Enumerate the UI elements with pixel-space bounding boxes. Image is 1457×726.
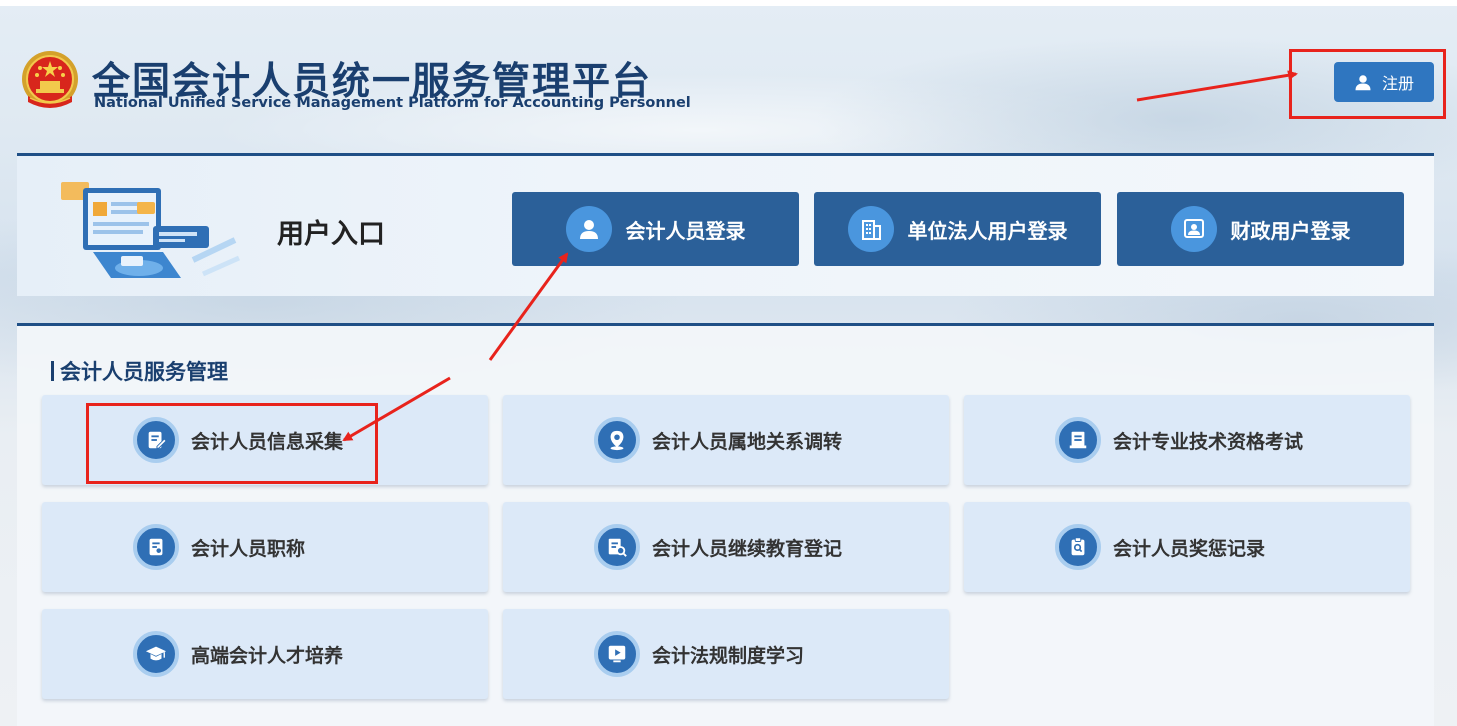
- finance-login-button[interactable]: 财政用户登录: [1117, 192, 1404, 266]
- corporate-login-button[interactable]: 单位法人用户登录: [814, 192, 1101, 266]
- service-label: 会计人员继续教育登记: [652, 537, 843, 560]
- service-card-rewards[interactable]: 会计人员奖惩记录: [964, 502, 1410, 592]
- service-label: 会计人员奖惩记录: [1113, 537, 1266, 560]
- info-collect-highlight-box: [86, 403, 378, 484]
- site-subtitle: National Unified Service Management Plat…: [94, 95, 691, 111]
- service-label: 会计人员职称: [191, 537, 306, 560]
- entry-title: 用户入口: [277, 219, 385, 250]
- service-card-education[interactable]: 会计人员继续教育登记: [503, 502, 949, 592]
- service-label: 高端会计人才培养: [191, 644, 344, 667]
- certificate-icon: [133, 524, 179, 570]
- service-card-law-study[interactable]: 会计法规制度学习: [503, 609, 949, 699]
- user-icon: [565, 206, 612, 252]
- search-document-icon: [594, 524, 640, 570]
- corporate-login-label: 单位法人用户登录: [907, 218, 1068, 243]
- entry-illustration-icon: [61, 182, 241, 278]
- graduation-cap-icon: [133, 631, 179, 677]
- monitor-user-icon: [1170, 206, 1217, 252]
- service-label: 会计人员属地关系调转: [652, 430, 843, 453]
- finance-login-label: 财政用户登录: [1230, 218, 1351, 243]
- user-entry-panel: 用户入口 会计人员登录 单位法人用户登录 财政用户登录: [17, 153, 1434, 296]
- section-title-bar: [51, 361, 54, 381]
- accountant-login-button[interactable]: 会计人员登录: [512, 192, 799, 266]
- service-card-title[interactable]: 会计人员职称: [42, 502, 488, 592]
- play-icon: [594, 631, 640, 677]
- service-label: 会计专业技术资格考试: [1113, 430, 1304, 453]
- location-icon: [594, 417, 640, 463]
- section-title-text: 会计人员服务管理: [60, 360, 228, 384]
- service-card-talent[interactable]: 高端会计人才培养: [42, 609, 488, 699]
- national-emblem-icon: [22, 51, 78, 108]
- register-highlight-box: [1289, 49, 1446, 119]
- clipboard-search-icon: [1055, 524, 1101, 570]
- building-icon: [847, 206, 894, 252]
- service-label: 会计法规制度学习: [652, 644, 805, 667]
- service-card-transfer[interactable]: 会计人员属地关系调转: [503, 395, 949, 485]
- section-title: 会计人员服务管理: [51, 356, 228, 386]
- service-card-exam[interactable]: 会计专业技术资格考试: [964, 395, 1410, 485]
- accountant-login-label: 会计人员登录: [625, 218, 746, 243]
- site-header: 全国会计人员统一服务管理平台 National Unified Service …: [0, 0, 1457, 140]
- exam-icon: [1055, 417, 1101, 463]
